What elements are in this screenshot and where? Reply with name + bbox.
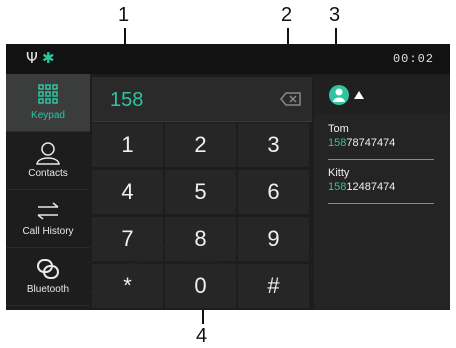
clock: 00:02: [392, 52, 434, 66]
keypad-icon: [38, 84, 58, 104]
sidebar-item-keypad[interactable]: Keypad: [6, 74, 90, 132]
contact-item[interactable]: Kitty 15812487474: [328, 167, 434, 204]
contact-name: Tom: [328, 123, 349, 135]
contact-item[interactable]: Tom 15878747474: [328, 123, 434, 160]
key-9[interactable]: 9: [238, 217, 309, 261]
contact-number: 15878747474: [328, 137, 395, 149]
sidebar-item-label: Bluetooth: [26, 284, 70, 295]
contact-sort-icon[interactable]: [328, 84, 350, 106]
contacts-icon: [36, 142, 60, 165]
key-7[interactable]: 7: [92, 217, 163, 261]
sidebar: Keypad Contacts Call History Bluetooth: [6, 74, 90, 310]
key-8[interactable]: 8: [165, 217, 236, 261]
key-1[interactable]: 1: [92, 123, 163, 167]
callout-4: 4: [196, 325, 208, 347]
usb-icon: Ψ: [26, 49, 38, 67]
sidebar-item-bluetooth[interactable]: Bluetooth: [6, 248, 90, 306]
sidebar-item-label: Contacts: [28, 168, 68, 179]
callout-1: 1: [118, 4, 130, 26]
sort-arrow-icon[interactable]: [354, 91, 364, 99]
bluetooth-icon: ✱: [42, 49, 55, 67]
sidebar-item-label: Call History: [22, 226, 74, 237]
key-2[interactable]: 2: [165, 123, 236, 167]
key-star[interactable]: *: [92, 264, 163, 308]
backspace-icon[interactable]: [280, 91, 302, 107]
sidebar-item-label: Keypad: [31, 110, 65, 121]
contact-number-rest: 12487474: [346, 181, 396, 193]
keypad: 1 2 3 4 5 6 7 8 9 * 0 #: [92, 123, 312, 310]
number-display: 158: [92, 77, 312, 122]
contact-name: Kitty: [328, 167, 350, 179]
contact-suggestions: Tom 15878747474 Kitty 15812487474: [314, 77, 450, 310]
key-3[interactable]: 3: [238, 123, 309, 167]
dialer-screen: Ψ ✱ 00:02 Keypad Contacts Call History B…: [6, 44, 450, 310]
sidebar-item-contacts[interactable]: Contacts: [6, 132, 90, 190]
contact-number-match: 158: [328, 181, 347, 193]
contact-number: 15812487474: [328, 181, 395, 193]
sidebar-item-call-history[interactable]: Call History: [6, 190, 90, 248]
callout-3: 3: [329, 4, 341, 26]
key-5[interactable]: 5: [165, 170, 236, 214]
bluetooth-link-icon: [37, 259, 59, 279]
key-hash[interactable]: #: [238, 264, 309, 308]
key-4[interactable]: 4: [92, 170, 163, 214]
dialed-number: 158: [110, 89, 144, 111]
contact-number-rest: 78747474: [346, 137, 396, 149]
contact-number-match: 158: [328, 137, 347, 149]
call-history-icon: [37, 202, 59, 220]
contacts-header: [314, 77, 450, 115]
status-bar: Ψ ✱ 00:02: [6, 44, 450, 74]
key-6[interactable]: 6: [238, 170, 309, 214]
key-0[interactable]: 0: [165, 264, 236, 308]
callout-2: 2: [281, 4, 293, 26]
